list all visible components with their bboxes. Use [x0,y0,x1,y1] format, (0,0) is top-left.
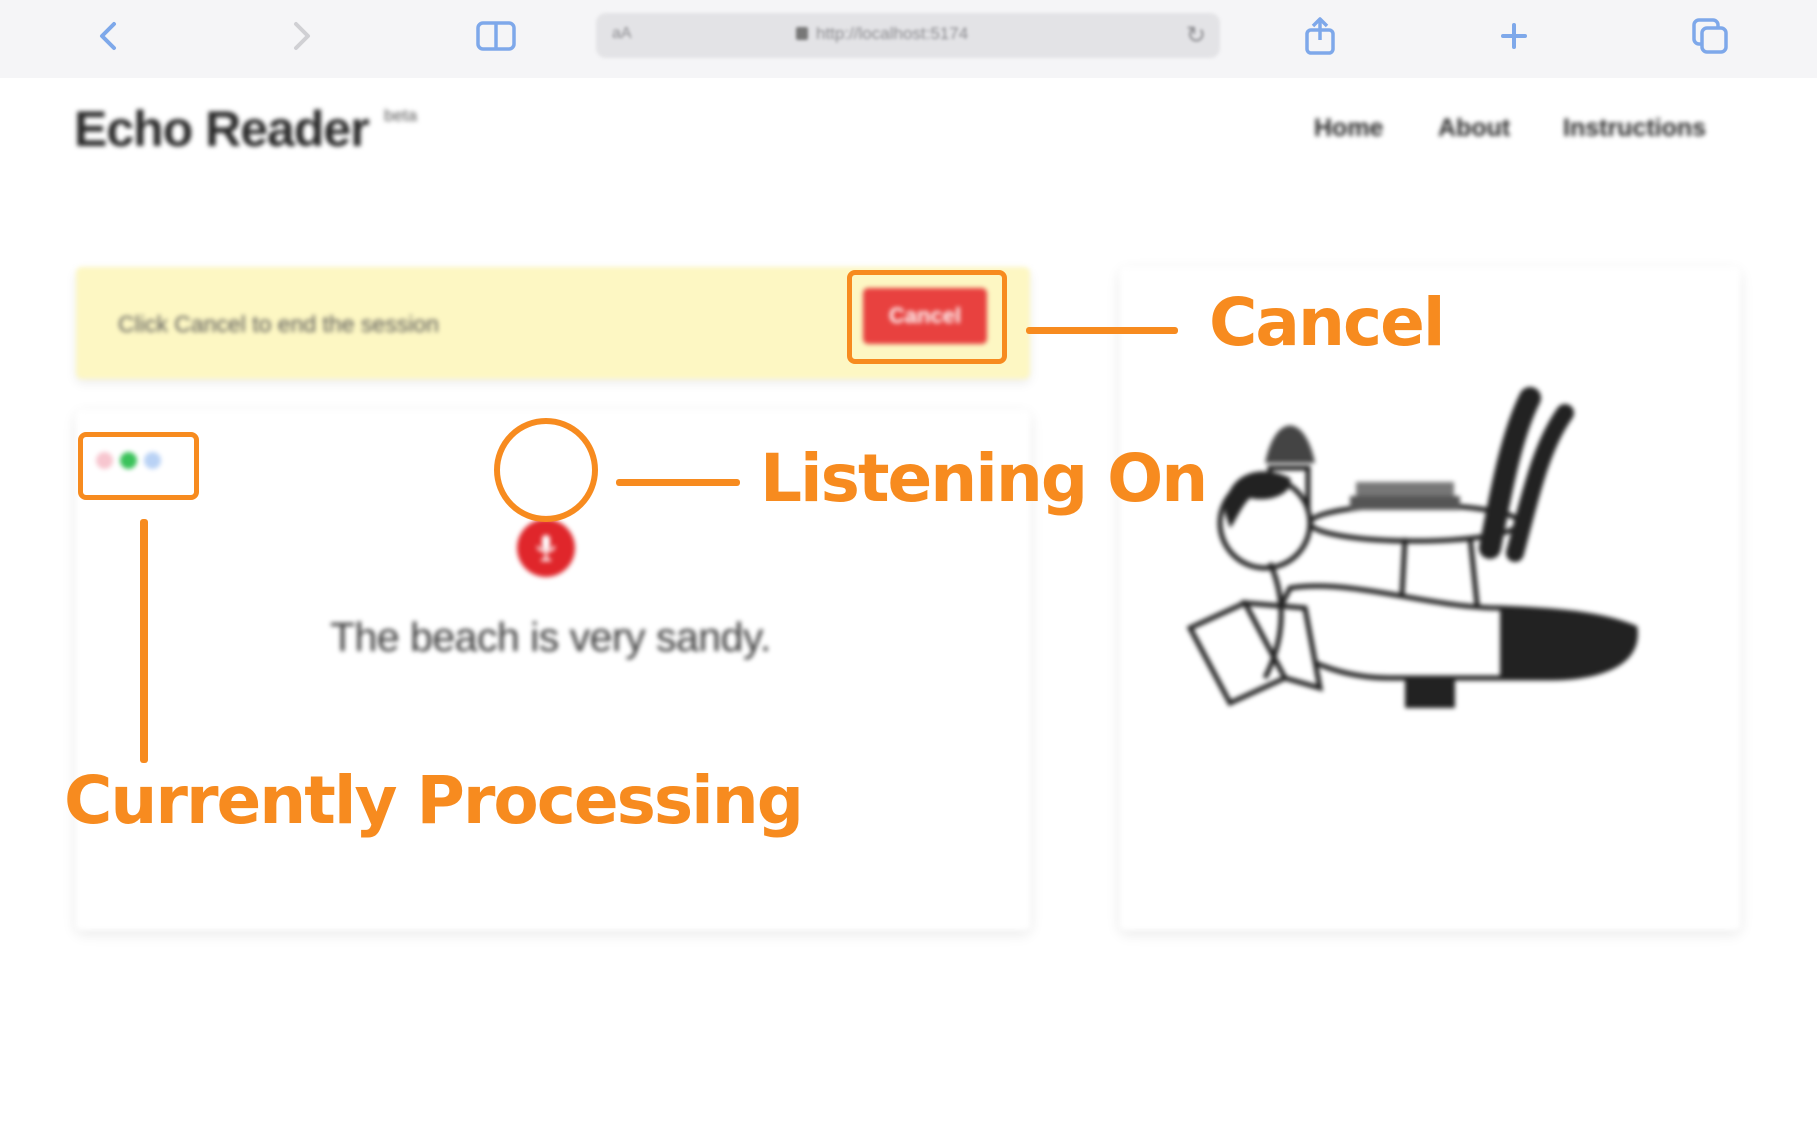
tabs-icon[interactable] [1686,12,1734,60]
url-text: http://localhost:5174 [796,24,968,44]
reader-mode-label[interactable]: aA [612,25,632,43]
microphone-icon [536,535,556,562]
share-icon[interactable] [1296,12,1344,60]
nav-about[interactable]: About [1438,114,1510,143]
beta-badge: beta [384,106,418,125]
processing-annotation-label: Currently Processing [64,762,804,839]
back-icon[interactable] [84,12,132,60]
site-brand[interactable]: Echo Reader [74,100,370,158]
processing-highlight-box [78,432,199,500]
address-bar[interactable]: aA http://localhost:5174 ↻ [596,13,1220,58]
url-value: http://localhost:5174 [816,24,969,43]
forward-icon[interactable] [278,12,326,60]
cancel-highlight-box [847,270,1007,364]
mic-highlight-circle [494,418,598,522]
reading-person-illustration [1186,387,1638,708]
banner-text: Click Cancel to end the session [118,311,439,337]
lock-icon [796,27,808,40]
new-tab-icon[interactable] [1490,12,1538,60]
reading-sentence: The beach is very sandy. [330,614,771,660]
nav-instructions[interactable]: Instructions [1563,114,1706,143]
listening-connector-line [616,479,740,486]
browser-toolbar: aA http://localhost:5174 ↻ [0,0,1817,78]
cancel-connector-line [1026,327,1178,334]
web-page: Echo Reader beta Home About Instructions… [0,78,1817,1136]
mic-button[interactable] [517,519,575,577]
listening-annotation-label: Listening On [760,440,1208,517]
nav-home[interactable]: Home [1314,114,1383,143]
cancel-annotation-label: Cancel [1209,284,1445,361]
book-icon[interactable] [472,12,520,60]
processing-connector-line [140,519,148,763]
reload-icon[interactable]: ↻ [1186,21,1206,50]
